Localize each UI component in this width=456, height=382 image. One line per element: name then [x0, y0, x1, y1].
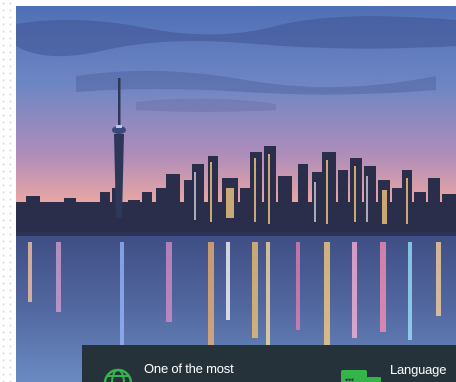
- translate-icon: •••: [341, 370, 381, 382]
- toronto-skyline-photo: [16, 6, 456, 382]
- svg-text:•••: •••: [345, 375, 354, 382]
- info-banner: One of the most ••• Language: [82, 345, 456, 382]
- feature-label: Language: [390, 362, 447, 377]
- feature-label: One of the most: [144, 361, 234, 376]
- globe-icon: [103, 368, 133, 382]
- dotted-background: [0, 0, 16, 382]
